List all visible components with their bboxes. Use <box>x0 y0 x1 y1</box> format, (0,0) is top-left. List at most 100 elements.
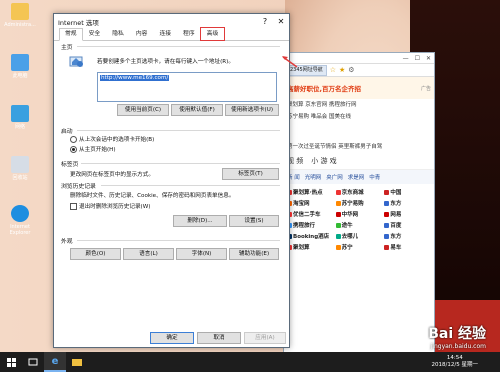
tabs-heading: 标签页 <box>61 162 79 168</box>
browser-ad-banner[interactable]: 高薪好职位,百万名企齐招 广告 <box>284 77 434 99</box>
history-settings-button[interactable]: 设置(S) <box>229 215 279 227</box>
site-link[interactable]: 聚划算·热点 <box>287 188 334 196</box>
browser-window: — ☐ ✕ 2345网址导航 ☆ ★ ⚙ 高薪好职位,百万名企齐招 广告 聚划算… <box>283 52 435 354</box>
ie-icon <box>11 205 29 222</box>
maximize-icon[interactable]: ☐ <box>415 55 420 62</box>
site-link[interactable]: 苏宁易购 <box>335 199 383 207</box>
browser-titlebar: — ☐ ✕ <box>284 53 434 64</box>
fonts-button[interactable]: 字体(N) <box>176 248 227 260</box>
site-link[interactable]: 中华网 <box>335 210 383 218</box>
appearance-heading: 外观 <box>61 239 73 245</box>
startup-heading: 启动 <box>61 129 73 135</box>
browser-link-row[interactable]: 聚划算 京东官网 携程旅行网 <box>284 99 434 111</box>
ok-button[interactable]: 确定 <box>150 332 194 344</box>
close-icon[interactable]: ✕ <box>273 14 289 29</box>
nav-link[interactable]: 中青 <box>369 173 380 181</box>
desktop-icon-recycle-bin[interactable]: 回收站 <box>3 156 37 181</box>
site-link[interactable]: 东方 <box>384 232 431 240</box>
task-view-icon <box>28 358 38 366</box>
tab-connections[interactable]: 连接 <box>153 28 177 40</box>
site-link[interactable]: 优信二手车 <box>287 210 334 218</box>
site-link[interactable]: 淘宝网 <box>287 199 334 207</box>
browsing-history-description: 删除临时文件、历史记录、Cookie、保存的密码和网页表单信息。 <box>70 193 235 199</box>
site-link[interactable]: 中国 <box>384 188 431 196</box>
star-icon[interactable]: ☆ <box>330 66 336 74</box>
browsing-history-heading: 浏览历史记录 <box>61 184 96 190</box>
delete-on-exit-checkbox[interactable] <box>70 203 77 210</box>
apply-button[interactable]: 应用(A) <box>244 332 286 344</box>
site-link[interactable]: 苏宁 <box>335 243 383 251</box>
desktop-icon-network[interactable]: 网络 <box>3 105 37 130</box>
use-current-button[interactable]: 使用当前页(C) <box>117 104 169 116</box>
home-page-url-input[interactable]: http://www.me169.com/ <box>97 72 277 102</box>
tab-privacy[interactable]: 隐私 <box>106 28 130 40</box>
general-tab-panel: 主页 若要创建多个主页选项卡，请在每行键入一个地址(R)。 http://www… <box>59 42 282 325</box>
start-button[interactable] <box>0 352 22 372</box>
clock-time: 14:54 <box>446 355 463 361</box>
site-link[interactable]: 聚划算 <box>287 243 334 251</box>
browser-content-tabs: 视 频 小 游 戏 <box>284 153 434 170</box>
taskbar-clock[interactable]: 14:54 2018/12/5 星期一 <box>432 355 500 369</box>
site-link[interactable]: 京东商城 <box>335 188 383 196</box>
startup-last-session-radio[interactable] <box>70 136 77 143</box>
site-link[interactable]: 途牛 <box>335 221 383 229</box>
windows-logo-icon <box>6 357 16 367</box>
tab-security[interactable]: 安全 <box>83 28 107 40</box>
tab-mini-games[interactable]: 小 游 戏 <box>311 156 336 166</box>
file-explorer-button[interactable] <box>66 352 88 372</box>
baidu-watermark: Bai 经验 jingyan.baidu.com <box>428 326 486 350</box>
startup-home-page-radio[interactable] <box>70 146 77 153</box>
startup-home-page-label[interactable]: 从主页开始(H) <box>79 145 116 153</box>
tabs-description: 更改网页在标签页中的显示方式。 <box>70 172 154 178</box>
desktop-icon-this-pc[interactable]: 此电脑 <box>3 54 37 79</box>
use-new-tab-button[interactable]: 使用新选项卡(U) <box>225 104 279 116</box>
clock-date: 2018/12/5 星期一 <box>431 362 478 368</box>
red-arrow-annotation <box>282 56 298 68</box>
site-link[interactable]: 网易 <box>384 210 431 218</box>
minimize-icon[interactable]: — <box>403 55 409 62</box>
tab-content[interactable]: 内容 <box>130 28 154 40</box>
desktop-icon-ie[interactable]: Internet Explorer <box>3 205 37 236</box>
browser-link-row[interactable]: 苏宁易购 唯品会 国美在线 <box>284 111 434 123</box>
desktop-icon-user[interactable]: Administra... <box>3 3 37 28</box>
site-link[interactable]: Booking酒店 <box>287 232 334 240</box>
site-link[interactable]: 百度 <box>384 221 431 229</box>
colors-button[interactable]: 颜色(O) <box>70 248 121 260</box>
site-link[interactable]: 携程旅行 <box>287 221 334 229</box>
site-link[interactable]: 易车 <box>384 243 431 251</box>
browser-tabbar: 2345网址导航 ☆ ★ ⚙ <box>284 64 434 77</box>
browser-news-nav: 新 闻 光明网 央广网 求是网 中青 <box>284 170 434 184</box>
delete-on-exit-label[interactable]: 退出时删除浏览历史记录(W) <box>79 202 150 210</box>
user-folder-icon <box>11 3 29 20</box>
use-default-button[interactable]: 使用默认值(F) <box>171 104 223 116</box>
folder-icon <box>72 358 82 366</box>
nav-link[interactable]: 光明网 <box>305 173 322 181</box>
languages-button[interactable]: 语言(L) <box>123 248 174 260</box>
nav-link[interactable]: 央广网 <box>326 173 343 181</box>
delete-history-button[interactable]: 删除(D)... <box>173 215 227 227</box>
site-link[interactable]: 东方 <box>384 199 431 207</box>
this-pc-icon <box>11 54 29 71</box>
close-icon[interactable]: ✕ <box>426 55 431 62</box>
nav-link[interactable]: 求是网 <box>348 173 365 181</box>
recycle-bin-icon <box>11 156 29 173</box>
cancel-button[interactable]: 取消 <box>197 332 241 344</box>
dialog-titlebar[interactable]: Internet 选项 ? ✕ <box>54 14 289 29</box>
dialog-tabs: 常规 安全 隐私 内容 连接 程序 高级 <box>54 27 289 41</box>
home-page-url-text: http://www.me169.com/ <box>100 75 170 81</box>
taskbar-ie-button[interactable]: e <box>44 352 66 372</box>
help-icon[interactable]: ? <box>257 14 273 29</box>
dialog-title: Internet 选项 <box>58 18 99 27</box>
task-view-button[interactable] <box>22 352 44 372</box>
gear-icon[interactable]: ⚙ <box>348 66 354 74</box>
accessibility-button[interactable]: 辅助功能(E) <box>229 248 279 260</box>
tab-programs[interactable]: 程序 <box>177 28 201 40</box>
site-link[interactable]: 去哪儿 <box>335 232 383 240</box>
browser-headline[interactable]: 第一次过圣诞节情侣 英里斯裤男子自驾 <box>284 141 434 153</box>
tab-general[interactable]: 常规 <box>59 28 83 41</box>
favorites-icon[interactable]: ★ <box>339 66 345 74</box>
tab-advanced[interactable]: 高级 <box>199 27 226 41</box>
tabs-settings-button[interactable]: 标签页(T) <box>222 168 279 180</box>
startup-last-session-label[interactable]: 从上次会话中的选项卡开始(B) <box>79 135 154 143</box>
home-page-description: 若要创建多个主页选项卡，请在每行键入一个地址(R)。 <box>97 59 234 65</box>
